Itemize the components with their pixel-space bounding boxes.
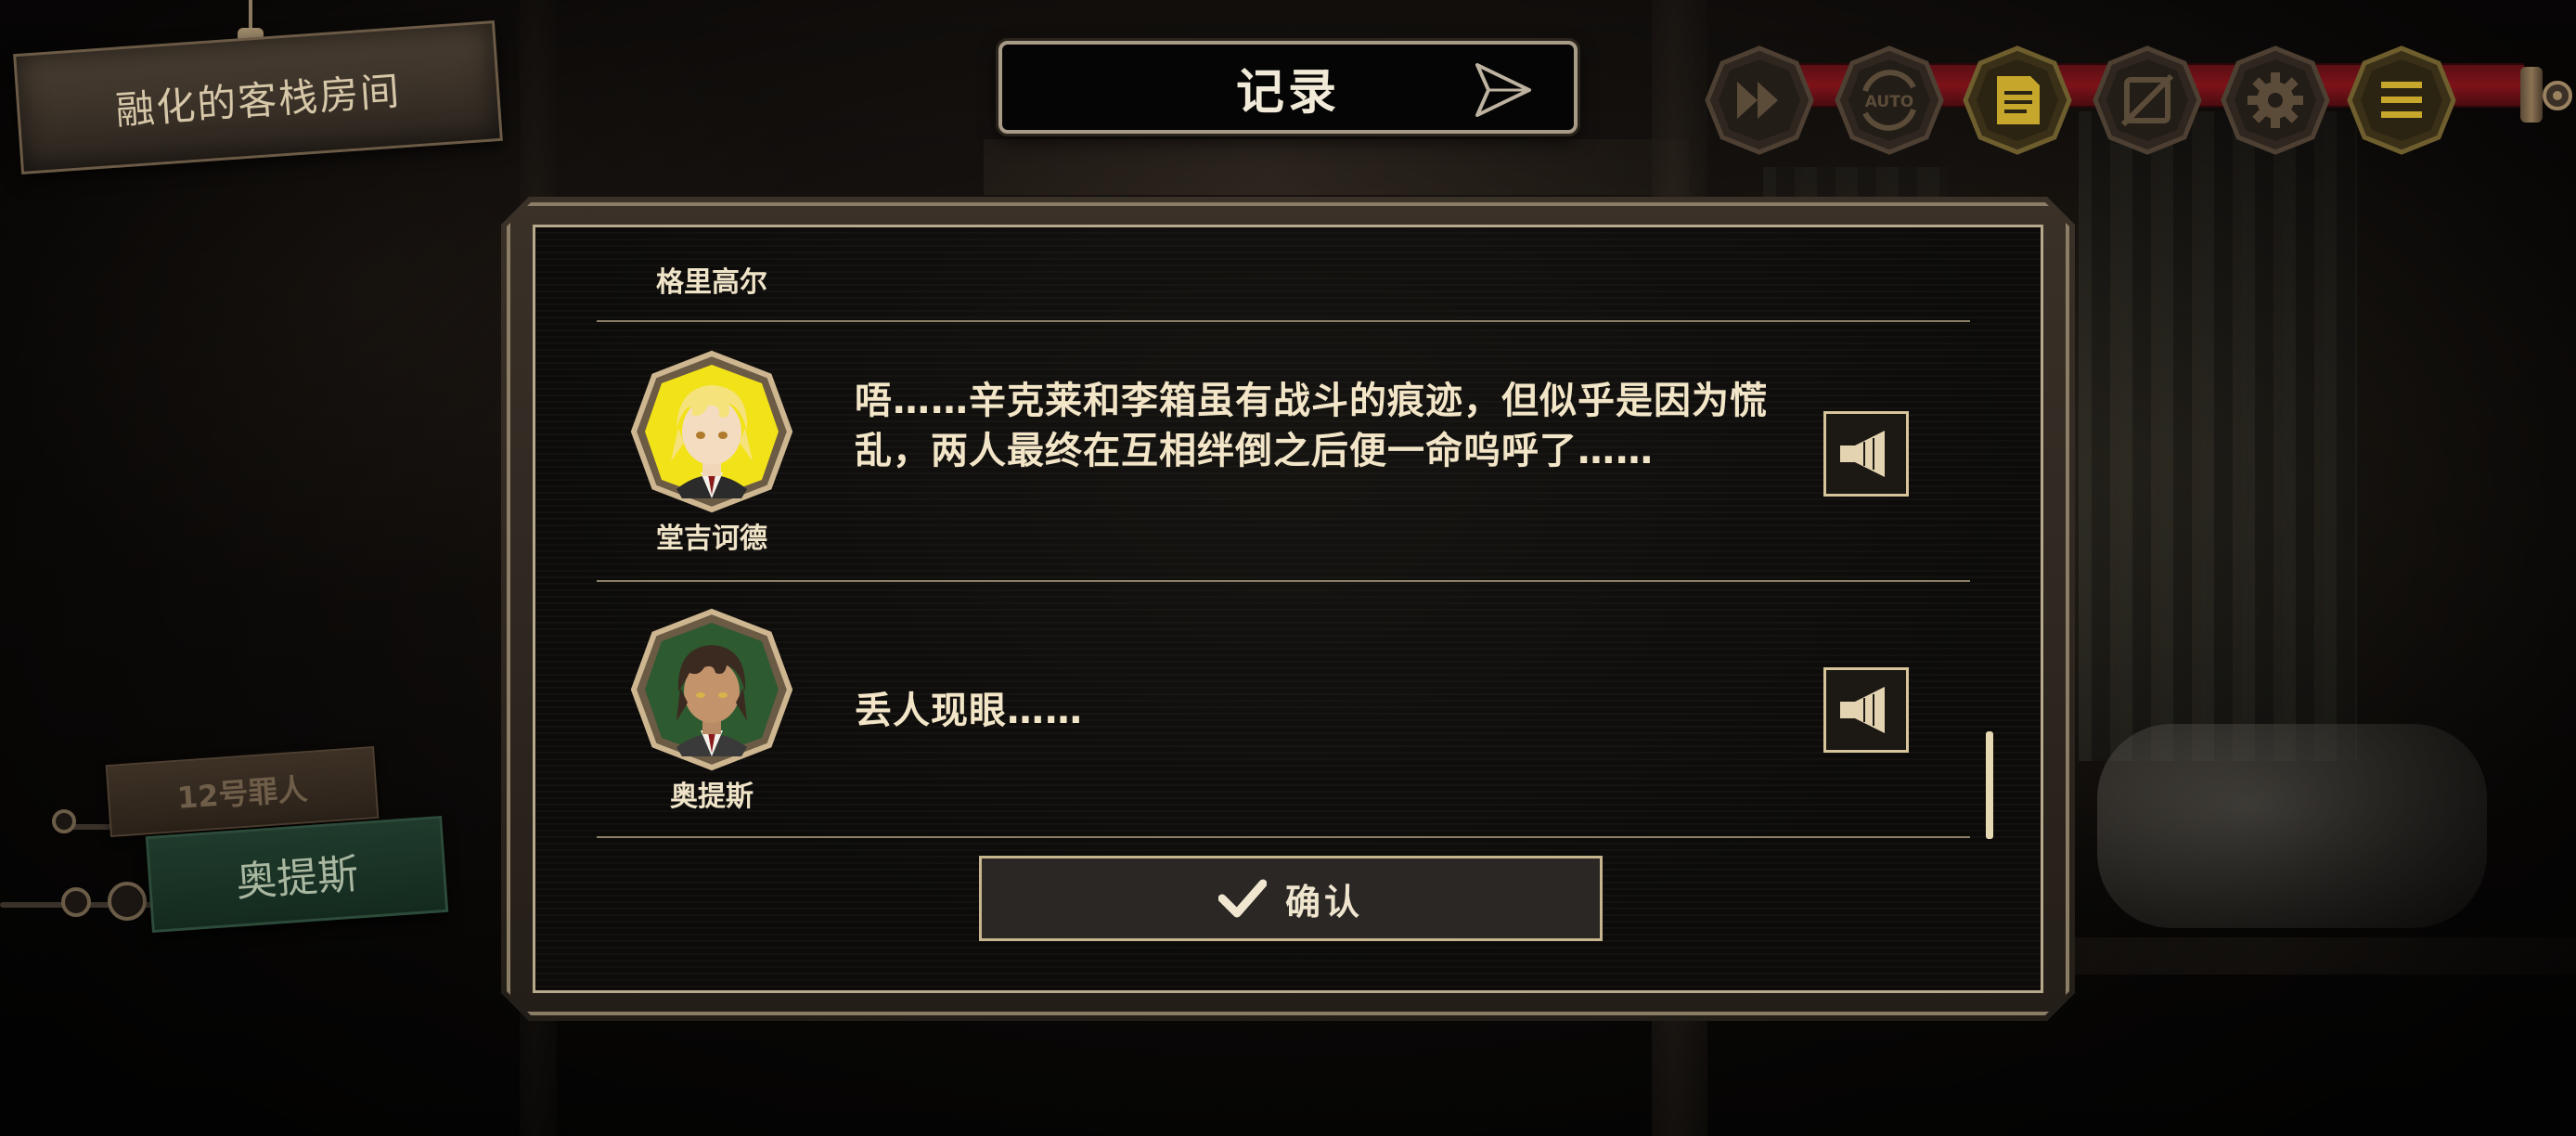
log-panel[interactable]: 格里高尔 堂吉诃德 唔……辛克莱和李箱虽有战斗的痕迹，但似乎是因为慌乱，两人最终… <box>533 225 2043 993</box>
character-role: 12号罪人 <box>175 771 309 816</box>
confirm-button[interactable]: 确认 <box>979 856 1603 941</box>
settings-icon <box>2248 72 2303 128</box>
entry-divider <box>597 320 1970 322</box>
speaker-icon <box>1840 431 1885 477</box>
confirm-label: 确认 <box>1284 881 1363 923</box>
fast-forward-button[interactable] <box>1704 45 1815 156</box>
menu-icon <box>2381 82 2422 118</box>
mechanism-icon <box>52 809 76 833</box>
voice-replay-button[interactable] <box>1823 667 1909 753</box>
character-name-plate: 奥提斯 <box>145 815 449 934</box>
entry-divider <box>597 836 1970 838</box>
checkmark-icon <box>1217 879 1267 918</box>
log-title: 记录 <box>1235 64 1340 121</box>
entry-speaker-name: 奥提斯 <box>670 781 753 813</box>
voice-replay-button[interactable] <box>1823 411 1909 497</box>
auto-play-button[interactable]: AUTO <box>1834 45 1945 156</box>
location-label: 融化的客栈房间 <box>113 67 403 134</box>
entry-divider <box>597 580 1970 582</box>
hide-ui-button[interactable] <box>2092 45 2203 156</box>
menu-button[interactable] <box>2346 45 2457 156</box>
speaker-avatar-yellow <box>630 350 793 513</box>
settings-button[interactable] <box>2220 45 2331 156</box>
mechanism-icon <box>61 887 91 917</box>
log-icon <box>1997 76 2040 124</box>
entry-dialogue-text: 唔……辛克莱和李箱虽有战斗的痕迹，但似乎是因为慌乱，两人最终在互相绊倒之后便一命… <box>855 380 1768 472</box>
toolbar-knob <box>2543 81 2572 110</box>
plate-hook <box>232 0 269 41</box>
mechanism-icon <box>108 882 147 921</box>
speaker-avatar-green <box>630 608 793 771</box>
log-title-bar: 记录 <box>998 41 1578 134</box>
entry-speaker-name: 堂吉诃德 <box>656 523 767 555</box>
log-button[interactable] <box>1962 45 2073 156</box>
entry-speaker-name: 格里高尔 <box>656 266 767 299</box>
character-name: 奥提斯 <box>234 850 360 907</box>
send-icon[interactable] <box>1472 59 1533 121</box>
auto-label: AUTO <box>1865 93 1914 111</box>
entry-dialogue-text: 丢人现眼…… <box>855 690 1083 732</box>
speaker-icon <box>1840 687 1885 733</box>
log-scrollbar[interactable] <box>1986 731 1993 839</box>
